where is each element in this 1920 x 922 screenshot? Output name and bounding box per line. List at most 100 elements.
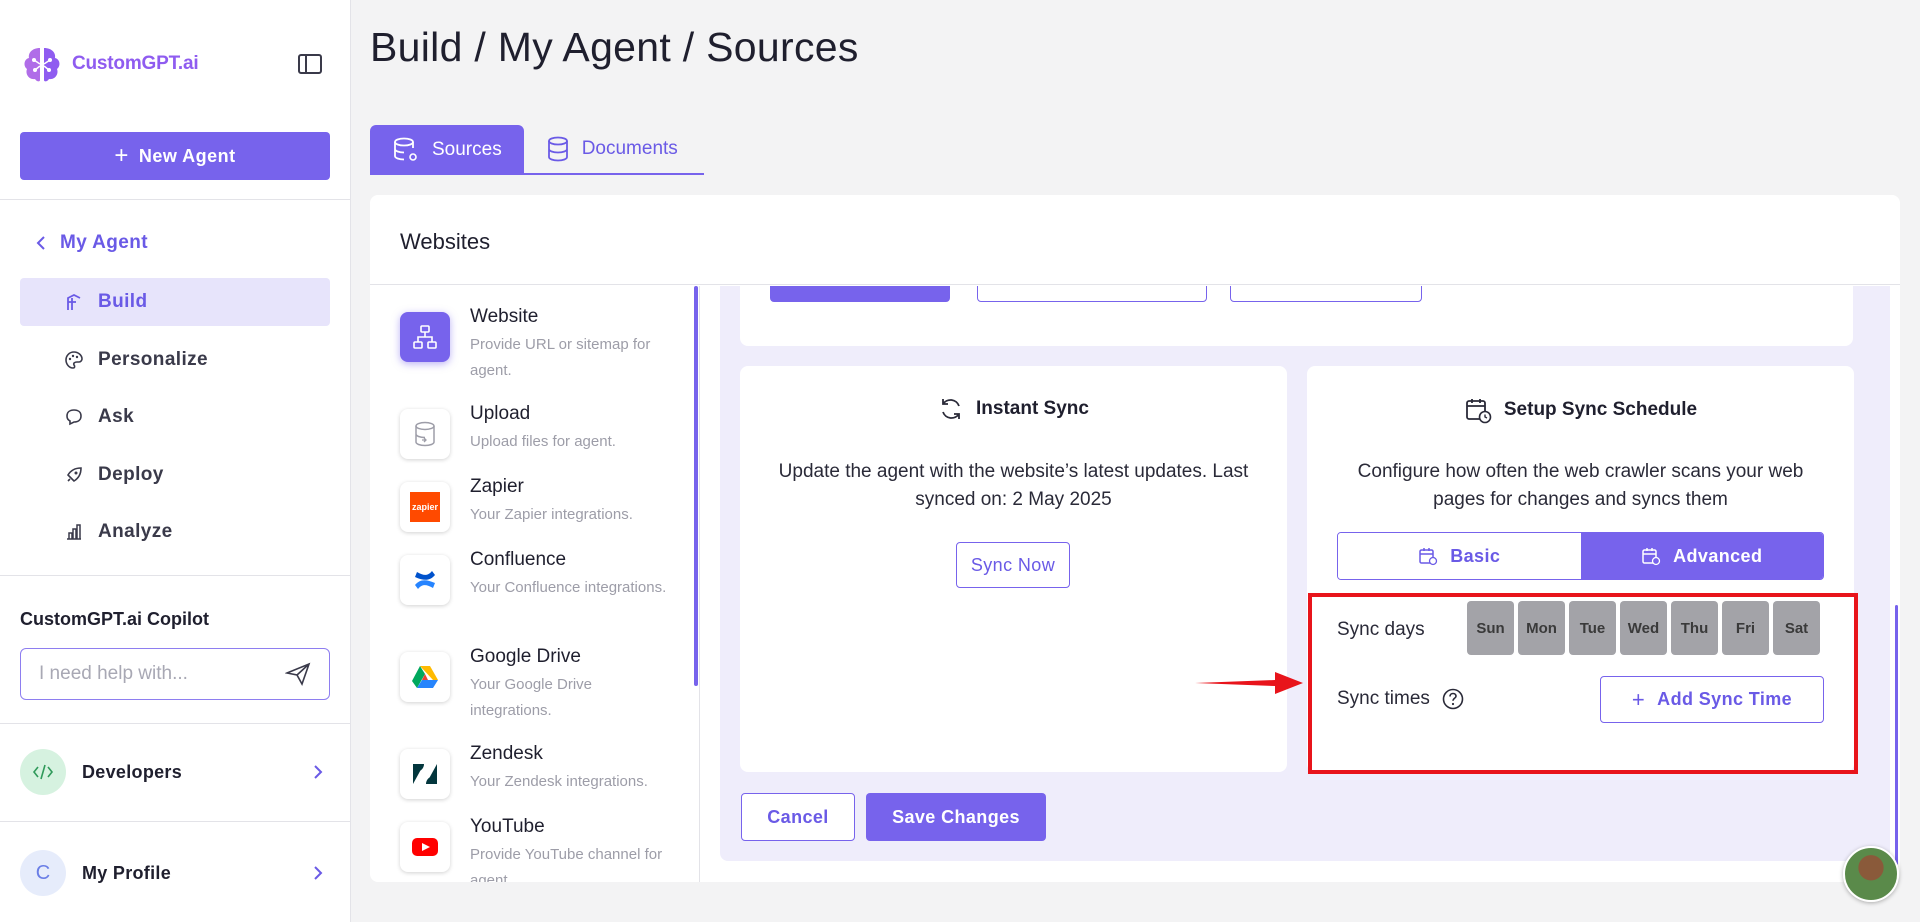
source-item-confluence[interactable]: Confluence Your Confluence integrations. xyxy=(400,549,680,629)
sitemap-icon xyxy=(400,312,450,362)
chevron-left-icon xyxy=(36,236,45,250)
google-drive-icon xyxy=(400,652,450,702)
sidebar-item-build[interactable]: Build xyxy=(20,278,330,326)
source-title: Google Drive xyxy=(470,646,581,667)
schedule-title: Setup Sync Schedule xyxy=(1503,399,1698,420)
calendar-clock-icon xyxy=(1465,399,1492,424)
sidebar-item-personalize[interactable]: Personalize xyxy=(20,336,330,384)
source-item-website[interactable]: Website Provide URL or sitemap for agent… xyxy=(400,306,680,386)
basic-label: Basic xyxy=(1450,545,1501,566)
tab-sources[interactable]: Sources xyxy=(370,125,524,175)
schedule-mode-toggle: Basic Advanced xyxy=(1337,532,1824,580)
card-title: Websites xyxy=(400,229,491,254)
instant-sync-title: Instant Sync xyxy=(976,398,1089,419)
instant-sync-description: Update the agent with the website’s late… xyxy=(778,461,1249,510)
chat-icon xyxy=(66,409,82,426)
sidebar-toggle-icon[interactable] xyxy=(297,52,323,76)
brand-name: CustomGPT.ai xyxy=(72,53,199,74)
source-title: YouTube xyxy=(470,816,545,837)
brand[interactable]: CustomGPT.ai xyxy=(20,44,199,84)
developers-label: Developers xyxy=(82,761,183,782)
source-item-zendesk[interactable]: Zendesk Your Zendesk integrations. xyxy=(400,743,680,823)
page-title: Build / My Agent / Sources xyxy=(370,24,859,70)
support-chat-avatar[interactable] xyxy=(1843,846,1899,902)
source-list-scrollbar[interactable] xyxy=(694,286,698,686)
source-item-google-drive[interactable]: Google Drive Your Google Drive integrati… xyxy=(400,646,680,726)
tab-bar: Sources Documents xyxy=(370,125,704,175)
source-list: Website Provide URL or sitemap for agent… xyxy=(370,286,700,882)
calendar-icon xyxy=(1642,548,1661,566)
sidebar-item-label: Build xyxy=(98,291,148,312)
save-changes-button[interactable]: Save Changes xyxy=(866,793,1046,841)
copilot-input[interactable] xyxy=(39,663,285,685)
database-icon xyxy=(547,136,568,162)
zapier-icon: zapier xyxy=(400,482,450,532)
plus-icon: + xyxy=(114,142,129,169)
source-desc: Your Zapier integrations. xyxy=(470,506,633,523)
sidebar-item-ask[interactable]: Ask xyxy=(20,393,330,441)
divider xyxy=(0,821,351,822)
source-title: Upload xyxy=(470,403,531,424)
new-agent-button[interactable]: + New Agent xyxy=(20,132,330,180)
calendar-icon xyxy=(1419,548,1438,566)
strip-button[interactable] xyxy=(770,286,950,302)
confluence-icon xyxy=(400,555,450,605)
code-icon xyxy=(20,749,66,795)
back-to-my-agent[interactable]: My Agent xyxy=(36,232,148,254)
source-desc: Provide YouTube channel for agent. xyxy=(470,846,663,882)
schedule-heading: Setup Sync Schedule xyxy=(1307,396,1854,424)
sidebar-item-deploy[interactable]: Deploy xyxy=(20,451,330,499)
source-title: Zendesk xyxy=(470,743,543,764)
sidebar-item-label: Analyze xyxy=(98,521,173,542)
developers-link[interactable]: Developers xyxy=(20,747,330,797)
basic-mode-button[interactable]: Basic xyxy=(1338,533,1581,579)
source-item-youtube[interactable]: YouTube Provide YouTube channel for agen… xyxy=(400,816,680,882)
websites-card: Websites Website Provide URL or sitemap … xyxy=(370,195,1900,882)
zapier-logo: zapier xyxy=(410,492,440,522)
tab-label: Documents xyxy=(581,138,678,159)
source-desc: Upload files for agent. xyxy=(470,433,616,450)
source-title: Confluence xyxy=(470,549,567,570)
copilot-input-box[interactable] xyxy=(20,648,330,700)
brain-logo-icon xyxy=(24,48,60,82)
divider xyxy=(0,575,351,576)
source-desc: Your Confluence integrations. xyxy=(470,579,667,596)
strip-button[interactable] xyxy=(1230,286,1422,302)
sync-now-button[interactable]: Sync Now xyxy=(956,542,1070,588)
content-scrollbar[interactable] xyxy=(1895,605,1898,865)
sync-settings-area: Instant Sync Update the agent with the w… xyxy=(720,286,1890,861)
arrow-right-icon xyxy=(1195,672,1303,694)
sidebar: CustomGPT.ai + New Agent My Agent Build … xyxy=(0,0,351,922)
sidebar-item-label: Deploy xyxy=(98,464,164,485)
instant-sync-card: Instant Sync Update the agent with the w… xyxy=(740,366,1287,772)
strip-button[interactable] xyxy=(977,286,1207,302)
tab-label: Sources xyxy=(432,139,502,160)
highlight-box xyxy=(1308,593,1858,774)
my-profile-link[interactable]: C My Profile xyxy=(20,848,330,898)
source-title: Zapier xyxy=(470,476,524,497)
back-label: My Agent xyxy=(60,232,148,253)
tab-documents[interactable]: Documents xyxy=(523,125,704,175)
sidebar-item-analyze[interactable]: Analyze xyxy=(20,508,330,556)
copilot-title: CustomGPT.ai Copilot xyxy=(20,609,209,629)
palette-icon xyxy=(65,351,83,369)
youtube-icon xyxy=(400,822,450,872)
instant-sync-heading: Instant Sync xyxy=(740,396,1287,422)
divider xyxy=(0,199,351,200)
source-desc: Your Google Drive integrations. xyxy=(470,676,593,719)
rocket-icon xyxy=(66,467,82,483)
refresh-icon xyxy=(942,399,960,419)
zendesk-icon xyxy=(400,749,450,799)
bar-chart-icon xyxy=(67,524,81,540)
avatar: C xyxy=(20,850,66,896)
sidebar-item-label: Ask xyxy=(98,406,135,427)
source-title: Website xyxy=(470,306,539,327)
cancel-button[interactable]: Cancel xyxy=(741,793,855,841)
database-settings-icon xyxy=(394,137,417,161)
advanced-label: Advanced xyxy=(1673,545,1763,566)
source-item-zapier[interactable]: zapier Zapier Your Zapier integrations. xyxy=(400,476,680,556)
advanced-mode-button[interactable]: Advanced xyxy=(1580,533,1823,579)
source-item-upload[interactable]: Upload Upload files for agent. xyxy=(400,403,680,483)
new-agent-label: New Agent xyxy=(138,145,236,166)
send-icon[interactable] xyxy=(285,662,311,686)
